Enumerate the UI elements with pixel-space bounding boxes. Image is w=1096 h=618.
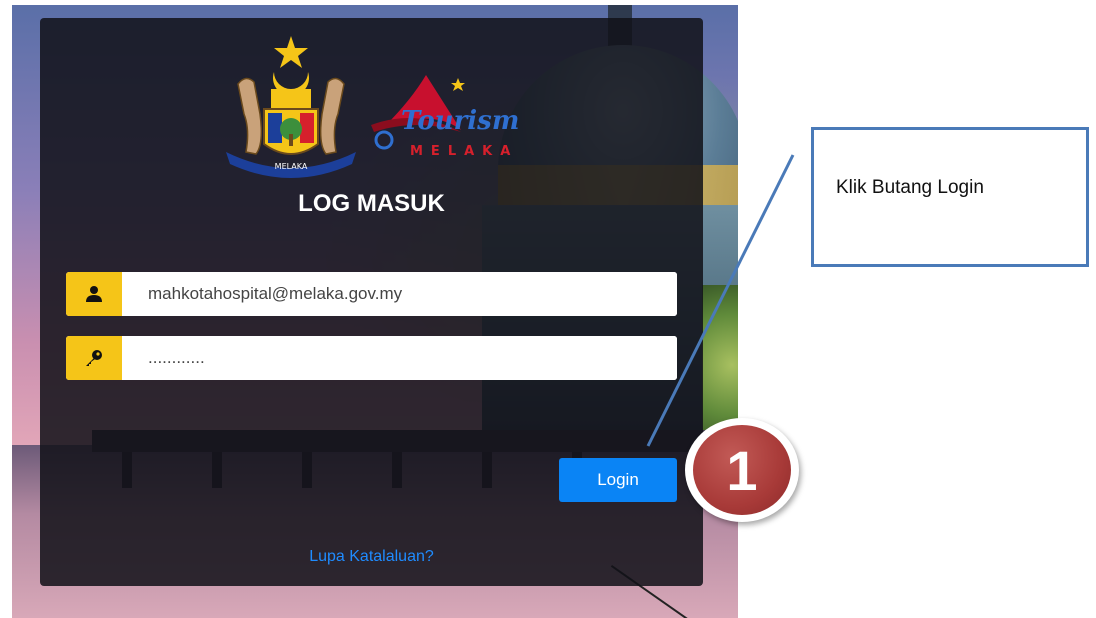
callout-text: Klik Butang Login [836, 177, 984, 198]
callout-connector-line [646, 154, 795, 447]
step-number: 1 [693, 425, 791, 515]
step-number-badge: 1 [685, 418, 799, 522]
instruction-callout: Klik Butang Login [811, 127, 1089, 267]
